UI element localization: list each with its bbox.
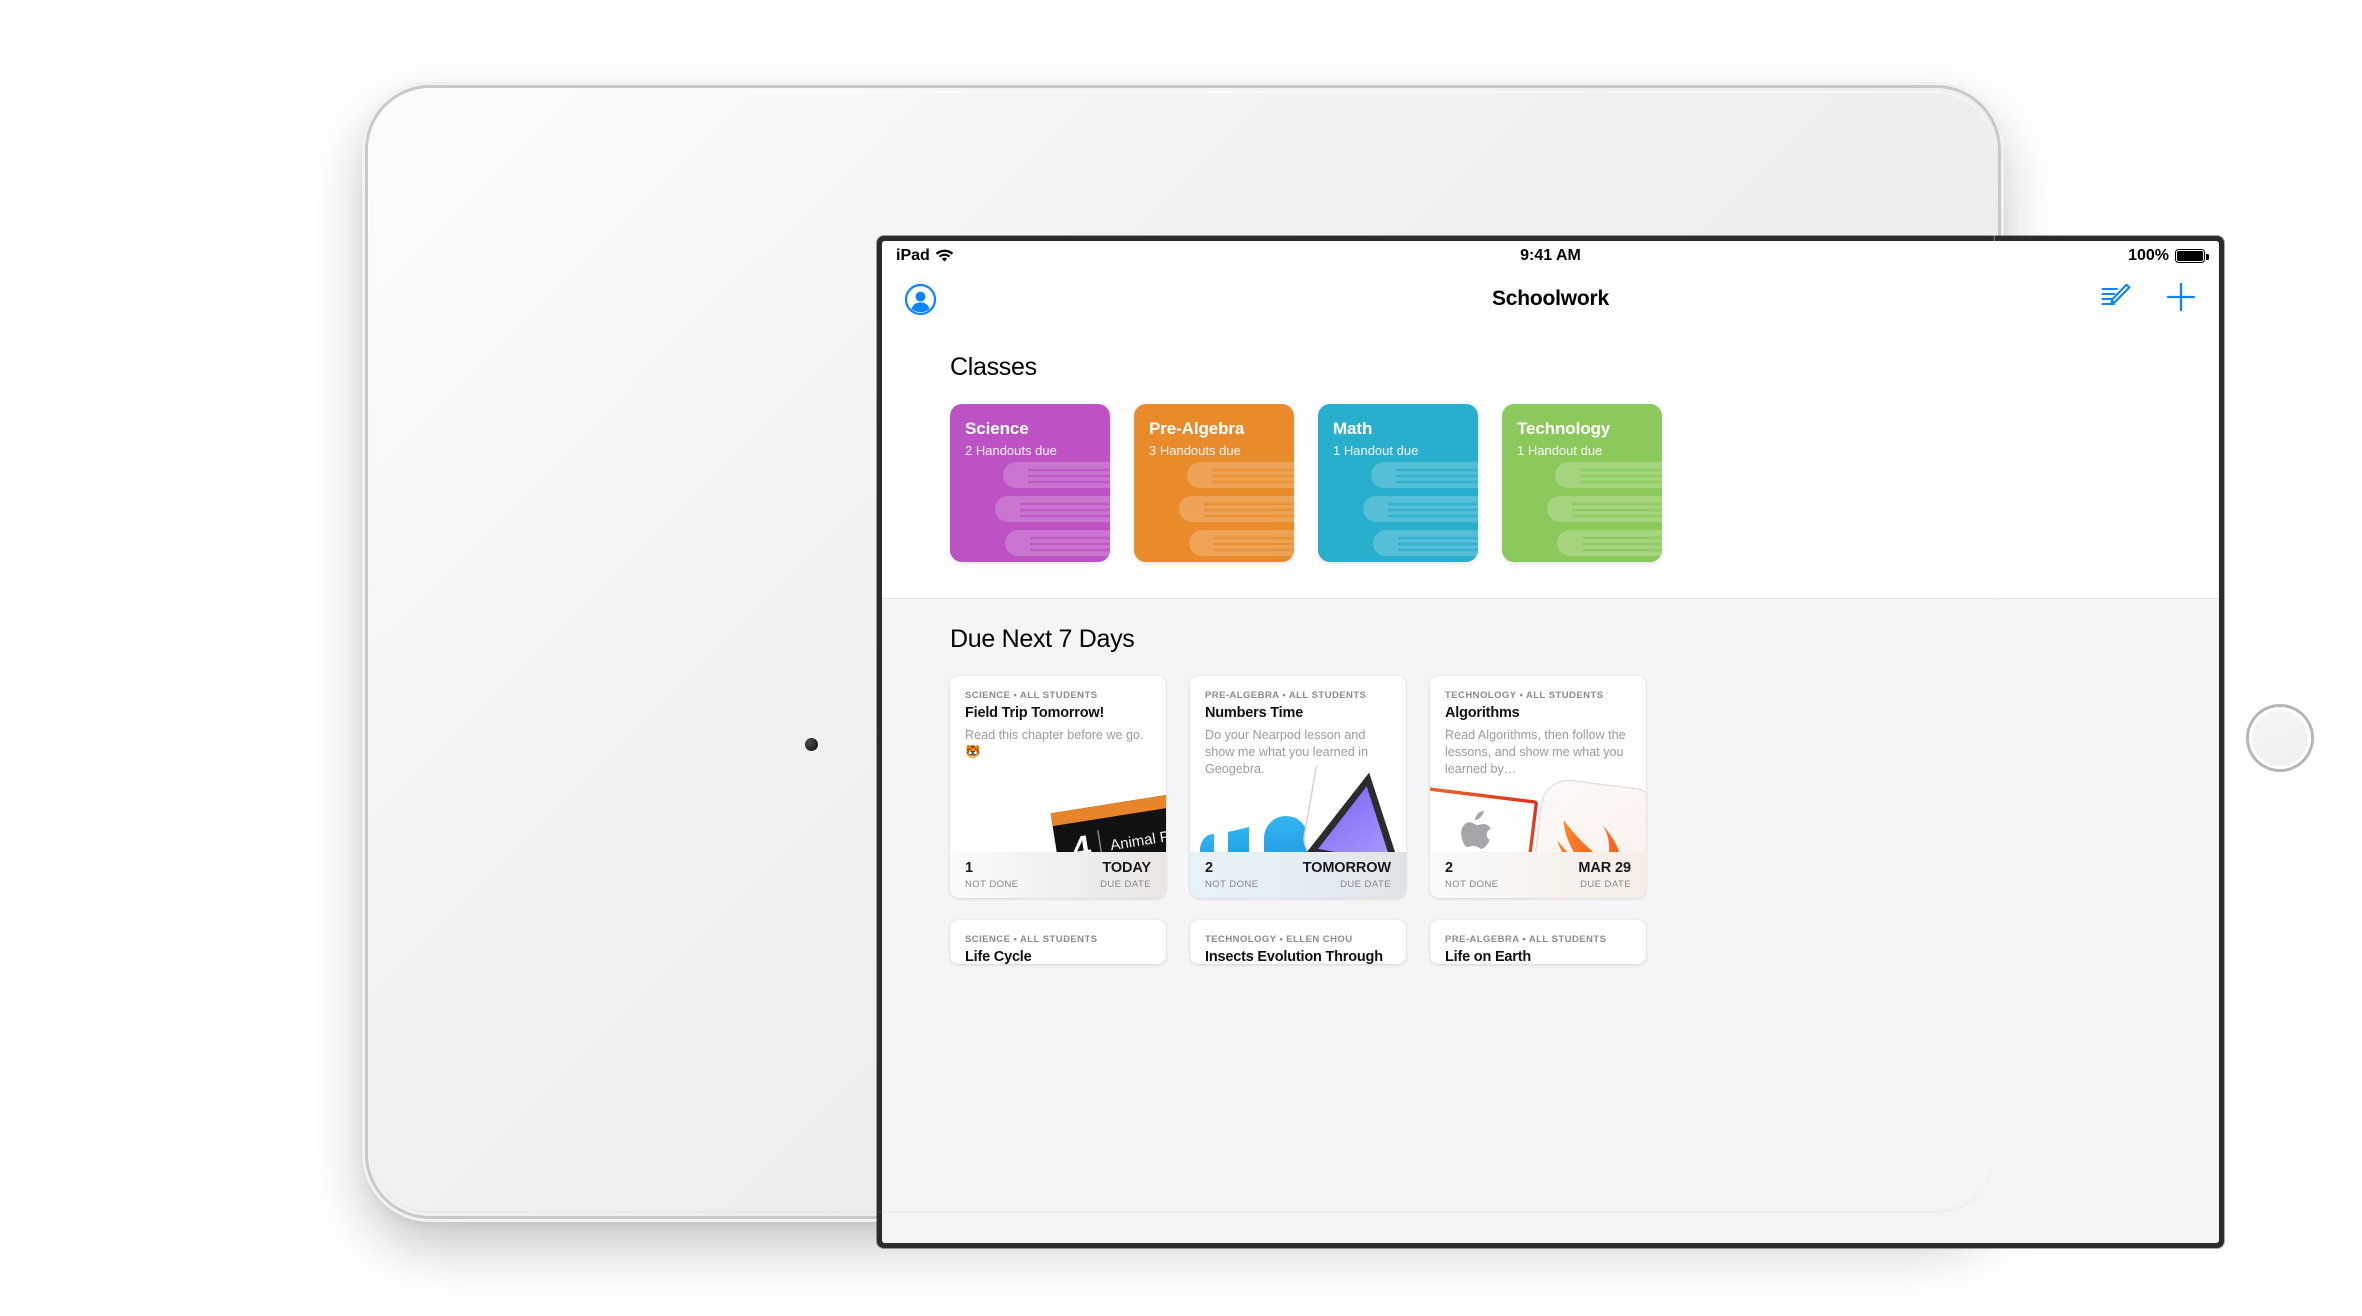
due-card-description: Do your Nearpod lesson and show me what … [1205,728,1369,776]
class-handouts-due: 2 Handouts due [965,443,1057,458]
ipad-device-frame: iPad 9:41 AM 100% Schoolwork Classes Sci… [368,88,2311,1248]
class-name: Pre-Algebra [1149,419,1245,438]
battery-percent-label: 100% [2128,247,2169,264]
due-card-body: SCIENCE • ALL STUDENTS Life Cycle [950,920,1166,964]
class-handouts-due: 3 Handouts due [1149,443,1241,458]
class-name: Technology [1517,419,1611,438]
due-card-category: TECHNOLOGY • ELLEN CHOU [1205,934,1353,945]
due-card-category: SCIENCE • ALL STUDENTS [965,690,1098,701]
class-handouts-due: 1 Handout due [1333,443,1419,458]
due-column-3: TECHNOLOGY • ALL STUDENTS Algorithms Rea… [1430,676,1646,964]
due-card-footer: 2 NOT DONE TOMORROW DUE DATE [1190,852,1406,898]
due-card-category: PRE-ALGEBRA • ALL STUDENTS [1205,690,1367,701]
due-card-algorithms[interactable]: TECHNOLOGY • ALL STUDENTS Algorithms Rea… [1430,676,1646,898]
home-button[interactable] [2249,707,2311,769]
not-done-label: NOT DONE [1205,878,1259,890]
stacked-books-icon [994,458,1110,562]
due-next-7-days-section: Due Next 7 Days SCIENCE • ALL STUDENTS F… [882,599,2219,1243]
class-card-math[interactable]: Math 1 Handout due [1318,404,1478,562]
due-card-body: SCIENCE • ALL STUDENTS Field Trip Tomorr… [950,676,1166,761]
nav-actions [2101,281,2197,318]
due-date-label: DUE DATE [1580,878,1631,890]
stacked-books-icon [1178,458,1294,562]
battery-icon [2175,249,2209,263]
not-done-count: 2 [1445,860,1453,877]
account-avatar-icon[interactable] [904,283,937,316]
screenshot-stage: iPad 9:41 AM 100% Schoolwork Classes Sci… [0,0,2362,1316]
class-name: Math [1333,419,1373,438]
due-card-title: Field Trip Tomorrow! [965,705,1105,721]
classes-card-row: Science 2 Handouts due Pre-Algebra 3 Han… [882,404,2219,562]
due-date-group: MAR 29 DUE DATE [1578,860,1631,890]
not-done-count: 1 [965,860,973,877]
due-card-body: PRE-ALGEBRA • ALL STUDENTS Life on Earth [1430,920,1646,964]
due-date-group: TODAY DUE DATE [1100,860,1151,890]
not-done-group: 1 NOT DONE [965,860,1019,890]
due-card-insects-evolution[interactable]: TECHNOLOGY • ELLEN CHOU Insects Evolutio… [1190,920,1406,964]
due-card-life-cycle[interactable]: SCIENCE • ALL STUDENTS Life Cycle [950,920,1166,964]
due-column-2: PRE-ALGEBRA • ALL STUDENTS Numbers Time … [1190,676,1406,964]
ipad-screen: iPad 9:41 AM 100% Schoolwork Classes Sci… [882,241,2219,1243]
due-card-title: Life on Earth [1445,949,1532,964]
due-card-category: TECHNOLOGY • ALL STUDENTS [1445,690,1604,701]
not-done-group: 2 NOT DONE [1445,860,1499,890]
due-card-body: TECHNOLOGY • ALL STUDENTS Algorithms Rea… [1430,676,1646,778]
due-card-footer: 2 NOT DONE MAR 29 DUE DATE [1430,852,1646,898]
classes-heading: Classes [950,353,1037,381]
due-card-life-on-earth[interactable]: PRE-ALGEBRA • ALL STUDENTS Life on Earth [1430,920,1646,964]
battery-fill [2177,251,2203,261]
plus-icon[interactable] [2165,281,2197,318]
due-date-label: DUE DATE [1340,878,1391,890]
not-done-label: NOT DONE [965,878,1019,890]
due-card-description: Read Algorithms, then follow the lessons… [1445,728,1626,776]
status-bar: iPad 9:41 AM 100% [882,241,2219,271]
due-card-title: Algorithms [1445,705,1520,721]
page-title: Schoolwork [1491,287,1610,310]
due-card-title: Insects Evolution Through t… [1205,949,1383,964]
due-column-1: SCIENCE • ALL STUDENTS Field Trip Tomorr… [950,676,1166,964]
navigation-bar: Schoolwork [882,271,2219,327]
not-done-count: 2 [1205,860,1213,877]
class-name: Science [965,419,1029,438]
due-date-value: MAR 29 [1578,860,1631,877]
class-card-pre-algebra[interactable]: Pre-Algebra 3 Handouts due [1134,404,1294,562]
wifi-icon [935,249,954,263]
class-card-science[interactable]: Science 2 Handouts due [950,404,1110,562]
front-camera [805,738,818,751]
stacked-books-icon [1546,458,1662,562]
due-card-numbers-time[interactable]: PRE-ALGEBRA • ALL STUDENTS Numbers Time … [1190,676,1406,898]
screen-bezel: iPad 9:41 AM 100% Schoolwork Classes Sci… [877,236,2224,1248]
due-card-title: Numbers Time [1205,705,1304,721]
due-next-heading: Due Next 7 Days [950,625,1135,653]
due-card-category: SCIENCE • ALL STUDENTS [965,934,1098,945]
not-done-group: 2 NOT DONE [1205,860,1259,890]
animal-physiology-book-thumbnail: 4 Animal Physiology [950,754,1166,852]
due-card-title: Life Cycle [965,949,1032,964]
status-bar-left: iPad [896,247,954,265]
class-handouts-due: 1 Handout due [1517,443,1603,458]
due-card-description: Read this chapter before we go. 🐯 [965,728,1144,759]
compose-edit-icon[interactable] [2101,283,2131,316]
stacked-books-icon [1362,458,1478,562]
class-card-technology[interactable]: Technology 1 Handout due [1502,404,1662,562]
due-cards-grid: SCIENCE • ALL STUDENTS Field Trip Tomorr… [882,676,2219,964]
due-date-value: TOMORROW [1302,860,1391,877]
due-card-category: PRE-ALGEBRA • ALL STUDENTS [1445,934,1607,945]
classes-section: Classes Science 2 Handouts due Pre-Algeb… [882,327,2219,598]
due-card-body: PRE-ALGEBRA • ALL STUDENTS Numbers Time … [1190,676,1406,778]
not-done-label: NOT DONE [1445,878,1499,890]
due-card-body: TECHNOLOGY • ELLEN CHOU Insects Evolutio… [1190,920,1406,964]
status-bar-time: 9:41 AM [1520,247,1581,264]
status-bar-right: 100% [2128,247,2209,265]
carrier-label: iPad [896,247,930,264]
due-card-footer: 1 NOT DONE TODAY DUE DATE [950,852,1166,898]
due-date-group: TOMORROW DUE DATE [1303,860,1391,890]
due-date-value: TODAY [1102,860,1151,877]
due-date-label: DUE DATE [1100,878,1151,890]
due-card-field-trip[interactable]: SCIENCE • ALL STUDENTS Field Trip Tomorr… [950,676,1166,898]
